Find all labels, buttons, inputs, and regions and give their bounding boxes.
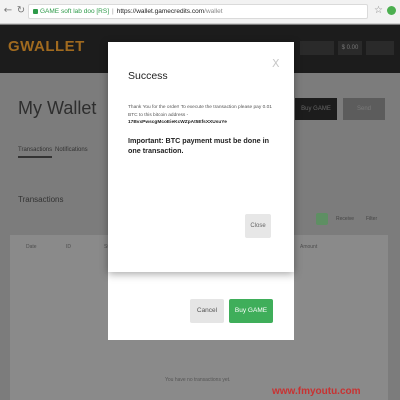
- lock-icon: [33, 8, 38, 14]
- modal-message: Thank You for the order! To execute the …: [128, 104, 278, 127]
- cancel-button[interactable]: Cancel: [190, 299, 224, 323]
- logo-text: WALLET: [20, 38, 85, 55]
- table-header-amount: Amount: [300, 244, 318, 250]
- receive-link[interactable]: Receive: [336, 216, 354, 222]
- close-icon[interactable]: X: [272, 58, 280, 69]
- site-identity: GAME soft lab doo [RS]: [40, 8, 110, 15]
- header-balance: $ 0.00: [338, 41, 362, 55]
- table-header-date: Date: [26, 244, 37, 250]
- browser-toolbar: ← ↻ GAME soft lab doo [RS] | https://walle…: [0, 0, 400, 24]
- watermark: www.fmyoutu.com: [272, 386, 361, 397]
- table-header-id: ID: [66, 244, 71, 250]
- modal-title: Success: [128, 70, 168, 82]
- buy-game-button[interactable]: Buy GAME: [229, 299, 273, 323]
- receive-icon[interactable]: [316, 213, 328, 225]
- reload-icon[interactable]: ↻: [15, 5, 27, 17]
- close-button[interactable]: Close: [245, 214, 271, 238]
- url-path: /wallet: [204, 8, 223, 15]
- tab-notifications[interactable]: Notifications: [55, 147, 88, 153]
- app-logo[interactable]: GWALLET: [8, 38, 85, 55]
- extension-icon[interactable]: [387, 6, 396, 15]
- filter-link[interactable]: Filter: [366, 216, 377, 222]
- url-separator: |: [112, 8, 114, 15]
- url-host: https://wallet.gamecredits.com: [116, 8, 205, 15]
- header-nav-item[interactable]: [300, 41, 334, 55]
- payment-instructions: Thank You for the order! To execute the …: [128, 105, 272, 118]
- tab-transactions[interactable]: Transactions: [18, 147, 53, 158]
- send-button-bg[interactable]: Send: [343, 98, 385, 120]
- section-title: Transactions: [18, 195, 64, 204]
- buy-game-button-bg[interactable]: Buy GAME: [295, 98, 337, 120]
- important-notice: Important: BTC payment must be done in o…: [128, 136, 269, 155]
- page-title: My Wallet: [18, 98, 97, 118]
- star-icon[interactable]: ☆: [374, 5, 383, 17]
- address-bar[interactable]: GAME soft lab doo [RS] | https://wallet.ga…: [28, 4, 368, 19]
- back-arrow-icon[interactable]: ←: [2, 5, 14, 17]
- bitcoin-address[interactable]: 17BvxPwscgMcoEieKcWZpAt5EfsXXUsuYe: [128, 120, 227, 125]
- empty-state-text: You have no transactions yet.: [165, 377, 231, 383]
- header-menu[interactable]: [366, 41, 394, 55]
- success-modal: Success X Thank You for the order! To ex…: [108, 42, 294, 272]
